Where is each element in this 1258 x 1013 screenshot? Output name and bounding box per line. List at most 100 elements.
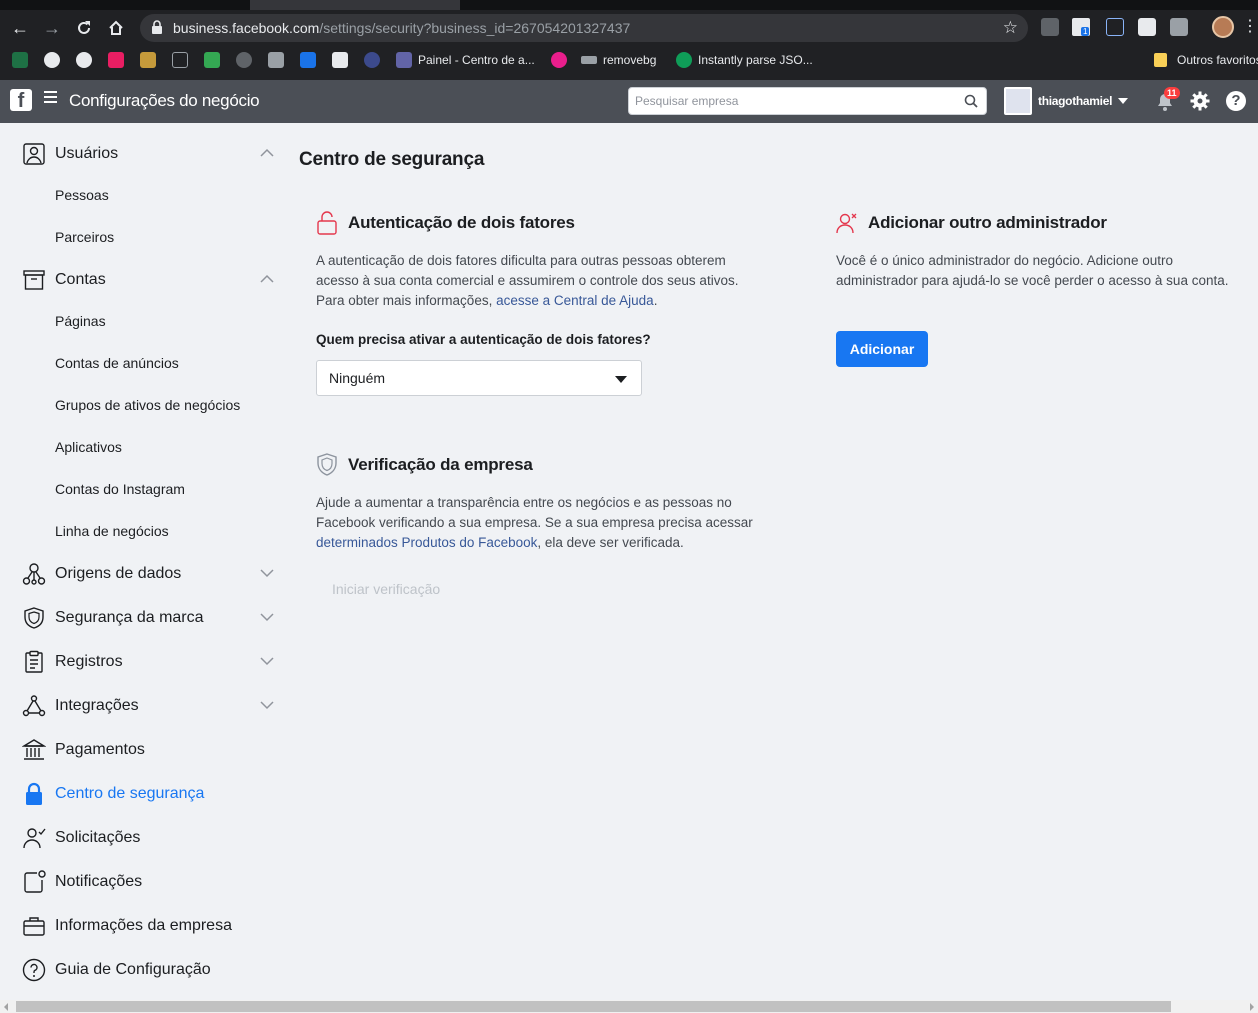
- sidebar-item-origens-dados[interactable]: Origens de dados: [22, 561, 276, 587]
- bookmark-at[interactable]: [236, 52, 252, 68]
- id-extension-icon[interactable]: [1138, 18, 1156, 36]
- chevron-up-icon[interactable]: [260, 148, 274, 158]
- reload-icon[interactable]: [72, 16, 96, 40]
- briefcase-icon: [23, 917, 45, 936]
- camera-extension-icon[interactable]: [1041, 18, 1059, 36]
- verification-description: Ajude a aumentar a transparência entre o…: [316, 495, 753, 550]
- profile-avatar[interactable]: [1212, 16, 1234, 38]
- bookmark-pink[interactable]: [108, 52, 124, 68]
- extension-icon[interactable]: 1: [1072, 18, 1090, 36]
- bookmark-blue[interactable]: [300, 52, 316, 68]
- chevron-down-icon[interactable]: [260, 700, 274, 710]
- sidebar-item-registros[interactable]: Registros: [22, 649, 276, 675]
- sidebar-item-contas-anuncios[interactable]: Contas de anúncios: [55, 355, 179, 371]
- back-icon[interactable]: ←: [8, 16, 32, 40]
- sidebar-item-centro-seguranca[interactable]: Centro de segurança: [22, 781, 276, 807]
- chevron-down-icon: [1118, 98, 1129, 104]
- sidebar-item-solicitacoes[interactable]: Solicitações: [22, 825, 276, 851]
- chevron-up-icon[interactable]: [260, 274, 274, 284]
- bookmark-star-icon[interactable]: ☆: [1003, 18, 1018, 38]
- verification-heading: Verificação da empresa: [316, 453, 533, 477]
- scrollbar-thumb[interactable]: [16, 1001, 1171, 1012]
- bookmark-codepen[interactable]: [332, 52, 348, 68]
- lt-extension-icon[interactable]: [1106, 18, 1124, 36]
- sidebar-item-aplicativos[interactable]: Aplicativos: [55, 439, 122, 455]
- browser-menu-icon[interactable]: ⋮: [1242, 16, 1258, 36]
- bookmark-a[interactable]: [44, 52, 60, 68]
- clipboard-icon: [25, 650, 43, 673]
- add-admin-description: Você é o único administrador do negócio.…: [836, 253, 1229, 288]
- sidebar-item-grupos-ativos[interactable]: Grupos de ativos de negócios: [55, 397, 240, 413]
- sidebar-item-pessoas[interactable]: Pessoas: [55, 187, 109, 203]
- shield-icon: [24, 607, 44, 629]
- sidebar-item-usuarios[interactable]: Usuários: [22, 141, 276, 167]
- add-admin-user-icon: [836, 213, 857, 234]
- bookmark-tree[interactable]: [140, 52, 156, 68]
- bookmark-excel[interactable]: [12, 52, 28, 68]
- two-factor-select[interactable]: Ninguém: [316, 360, 642, 396]
- bookmark-painel[interactable]: Painel - Centro de a...: [396, 52, 535, 68]
- bookmark-json[interactable]: Instantly parse JSO...: [676, 52, 813, 68]
- two-factor-description: A autenticação de dois fatores dificulta…: [316, 253, 739, 308]
- search-input[interactable]: [629, 88, 949, 114]
- bank-icon: [22, 739, 46, 760]
- bookmark-removebg[interactable]: removebg: [551, 52, 656, 68]
- browser-chrome: ← → business.facebook.com/settings/secur…: [0, 0, 1258, 80]
- forward-icon[interactable]: →: [40, 16, 64, 40]
- dropdown-caret-icon: [615, 376, 627, 383]
- help-center-link[interactable]: acesse a Central de Ajuda: [496, 293, 654, 308]
- add-admin-button[interactable]: Adicionar: [836, 331, 928, 367]
- b-extension-icon[interactable]: [1170, 18, 1188, 36]
- scroll-left-icon[interactable]: [4, 1003, 8, 1011]
- two-factor-question: Quem precisa ativar a autenticação de do…: [316, 332, 651, 347]
- bookmark-doc[interactable]: [268, 52, 284, 68]
- search-icon[interactable]: [964, 94, 978, 108]
- lock-icon: [152, 20, 162, 34]
- active-tab[interactable]: [250, 0, 460, 10]
- accounts-box-icon: [23, 270, 45, 290]
- bookmark-other-folder[interactable]: Outros favoritos: [1154, 52, 1258, 68]
- gear-icon[interactable]: [1190, 91, 1210, 111]
- hamburger-menu-icon[interactable]: [44, 91, 57, 103]
- sidebar-item-contas-instagram[interactable]: Contas do Instagram: [55, 481, 185, 497]
- scroll-right-icon[interactable]: [1250, 1003, 1254, 1011]
- start-verification-button[interactable]: Iniciar verificação: [332, 581, 440, 597]
- sidebar-item-linha-negocios[interactable]: Linha de negócios: [55, 523, 169, 539]
- two-factor-heading: Autenticação de dois fatores: [316, 211, 575, 235]
- question-circle-icon: [22, 958, 46, 982]
- sidebar-item-pagamentos[interactable]: Pagamentos: [22, 737, 276, 763]
- sidebar-item-informacoes-empresa[interactable]: Informações da empresa: [22, 913, 276, 939]
- bookmark-globe[interactable]: [76, 52, 92, 68]
- sidebar-item-integracoes[interactable]: Integrações: [22, 693, 276, 719]
- sidebar-item-notificacoes[interactable]: Notificações: [22, 869, 276, 895]
- data-sources-icon: [22, 563, 46, 585]
- users-icon: [23, 143, 45, 165]
- bookmarks-bar: Painel - Centro de a... removebg Instant…: [0, 46, 1258, 74]
- folder-icon: [1154, 53, 1167, 67]
- sidebar-item-seguranca-marca[interactable]: Segurança da marca: [22, 605, 276, 631]
- address-bar[interactable]: business.facebook.com/settings/security?…: [140, 14, 1028, 42]
- bookmark-p[interactable]: [172, 52, 188, 68]
- integrations-icon: [22, 695, 46, 717]
- facebook-logo-icon[interactable]: f: [10, 89, 32, 111]
- bookmark-cloud[interactable]: [364, 52, 380, 68]
- sidebar-item-guia-configuracao[interactable]: Guia de Configuração: [22, 957, 276, 983]
- facebook-products-link[interactable]: determinados Produtos do Facebook: [316, 535, 537, 550]
- account-switcher[interactable]: thiagothamiel: [1004, 87, 1129, 115]
- sidebar-item-parceiros[interactable]: Parceiros: [55, 229, 114, 245]
- horizontal-scrollbar[interactable]: [0, 1000, 1258, 1013]
- shield-icon: [317, 453, 337, 476]
- bookmark-drive[interactable]: [204, 52, 220, 68]
- home-icon[interactable]: [104, 16, 128, 40]
- url-text: business.facebook.com/settings/security?…: [173, 20, 631, 36]
- app-title: Configurações do negócio: [69, 91, 260, 110]
- help-icon[interactable]: ?: [1226, 91, 1246, 111]
- sidebar-item-paginas[interactable]: Páginas: [55, 313, 106, 329]
- chevron-down-icon[interactable]: [260, 568, 274, 578]
- add-admin-heading: Adicionar outro administrador: [836, 211, 1107, 235]
- business-search: [628, 87, 987, 115]
- sidebar-item-contas[interactable]: Contas: [22, 267, 276, 293]
- page-content: Usuários Pessoas Parceiros Contas Página…: [0, 123, 1258, 1000]
- chevron-down-icon[interactable]: [260, 656, 274, 666]
- chevron-down-icon[interactable]: [260, 612, 274, 622]
